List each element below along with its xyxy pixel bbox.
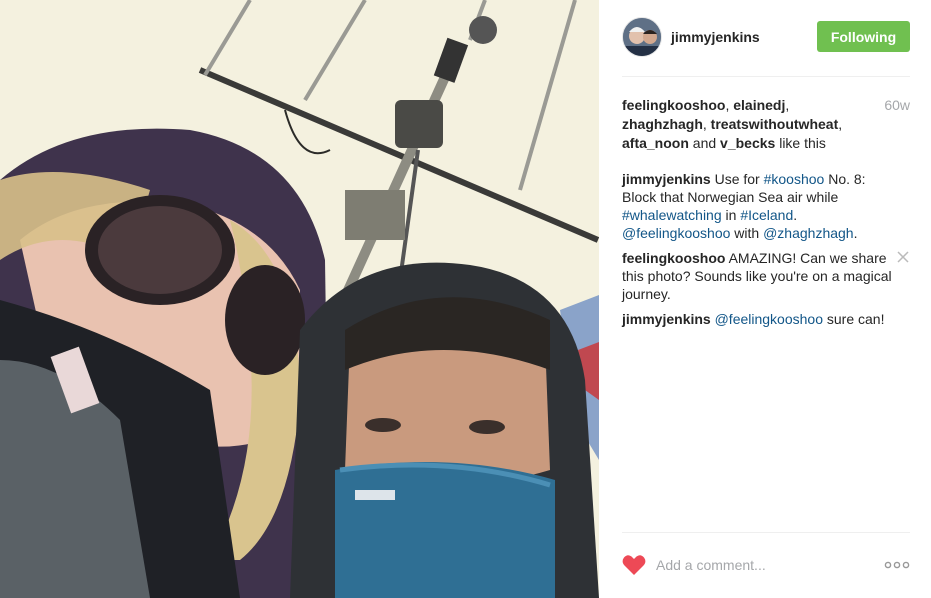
- comment-text: .: [853, 225, 858, 241]
- post-footer: [622, 550, 910, 580]
- comment-author-link[interactable]: feelingkooshoo: [622, 250, 725, 266]
- like-user-link[interactable]: afta_noon: [622, 135, 689, 151]
- comment-text: with: [730, 225, 764, 241]
- post-photo[interactable]: [0, 0, 599, 598]
- comment-item: jimmyjenkins Use for #kooshoo No. 8: Blo…: [622, 170, 910, 242]
- comment-text: sure can!: [823, 311, 885, 327]
- owner-username-link[interactable]: jimmyjenkins: [671, 29, 760, 45]
- comment-tag-link[interactable]: @feelingkooshoo: [715, 311, 823, 327]
- likes-section: feelingkooshoo, elainedj, zhaghzhagh, tr…: [622, 96, 910, 153]
- like-user-link[interactable]: feelingkooshoo: [622, 97, 725, 113]
- comment-tag-link[interactable]: @feelingkooshoo: [622, 225, 730, 241]
- comment-text: Use for: [714, 171, 764, 187]
- add-comment-input[interactable]: [656, 552, 872, 578]
- comment-tag-link[interactable]: #whalewatching: [622, 207, 722, 223]
- likes-text: feelingkooshoo, elainedj, zhaghzhagh, tr…: [622, 96, 872, 153]
- comment-text: in: [721, 207, 741, 223]
- post-timestamp[interactable]: 60w: [884, 97, 910, 113]
- comment-author-link[interactable]: jimmyjenkins: [622, 311, 711, 327]
- comment-tag-link[interactable]: #kooshoo: [764, 171, 825, 187]
- like-separator: ,: [785, 97, 790, 113]
- like-user-link[interactable]: elainedj: [733, 97, 785, 113]
- comment-author-link[interactable]: jimmyjenkins: [622, 171, 711, 187]
- selfie-image: [0, 0, 599, 598]
- comment-tag-link[interactable]: #Iceland: [740, 207, 793, 223]
- close-icon[interactable]: [896, 250, 910, 264]
- comments-list: jimmyjenkins Use for #kooshoo No. 8: Blo…: [622, 170, 910, 335]
- like-and-text: and: [688, 135, 721, 151]
- header-divider: [622, 76, 910, 77]
- heart-icon[interactable]: [622, 554, 646, 576]
- following-button[interactable]: Following: [817, 21, 910, 52]
- avatar-image: [623, 18, 661, 56]
- comment-item: jimmyjenkins @feelingkooshoo sure can!: [622, 310, 910, 328]
- like-separator: ,: [838, 116, 843, 132]
- like-user-link[interactable]: zhaghzhagh: [622, 116, 703, 132]
- like-user-link[interactable]: v_becks: [720, 135, 775, 151]
- like-user-link[interactable]: treatswithoutwheat: [711, 116, 839, 132]
- comment-item: feelingkooshoo AMAZING! Can we share thi…: [622, 249, 910, 303]
- footer-divider: [622, 532, 910, 533]
- avatar[interactable]: [622, 17, 662, 57]
- post-header: jimmyjenkins Following: [622, 17, 910, 57]
- like-separator: ,: [702, 116, 711, 132]
- post-side-panel: jimmyjenkins Following feelingkooshoo, e…: [599, 0, 931, 598]
- comment-text: .: [793, 207, 798, 223]
- more-options-icon[interactable]: [884, 558, 910, 572]
- like-suffix: like this: [775, 135, 826, 151]
- comment-tag-link[interactable]: @zhaghzhagh: [763, 225, 854, 241]
